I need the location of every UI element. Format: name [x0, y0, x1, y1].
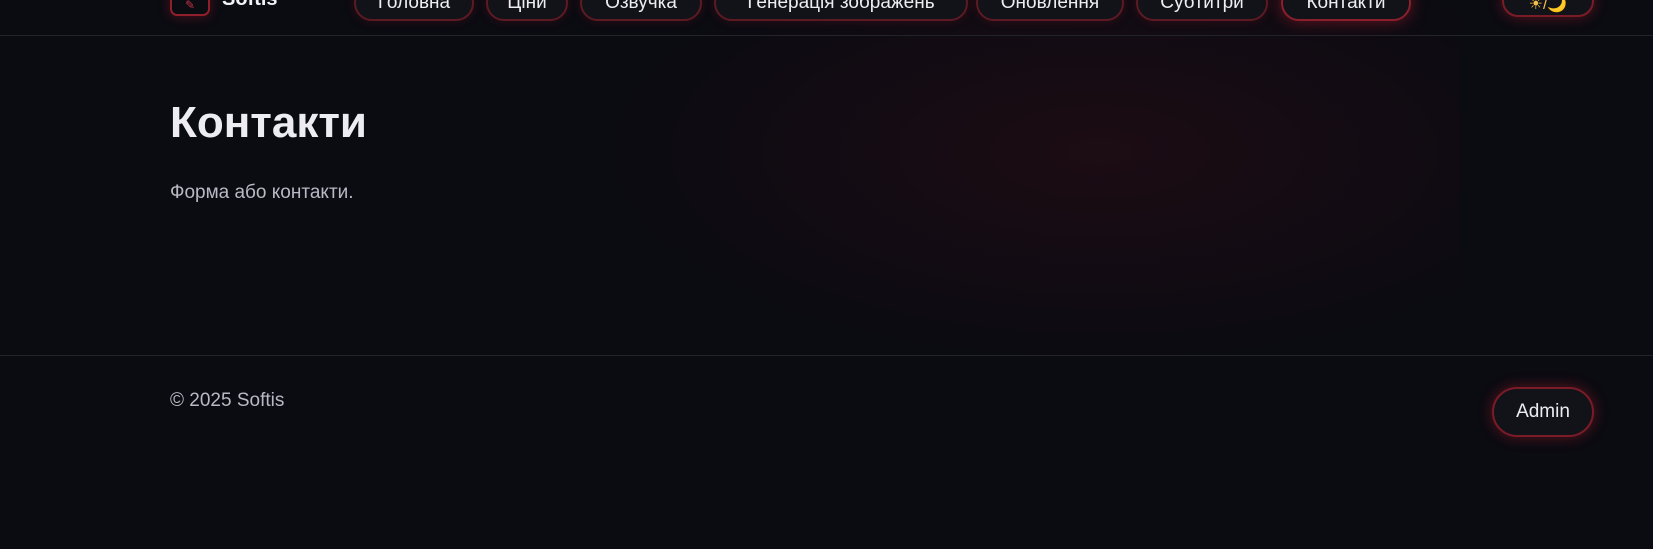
nav-item-prices[interactable]: Ціни [486, 0, 568, 21]
footer-divider [0, 355, 1653, 356]
top-navigation: ✎ Softis Головна Ціни Озвучка Генерація … [0, 0, 1653, 36]
nav-item-label: Субтитри [1160, 0, 1244, 13]
admin-button[interactable]: Admin [1492, 387, 1594, 437]
nav-item-contacts[interactable]: Контакти [1281, 0, 1411, 21]
page-subtitle: Форма або контакти. [170, 182, 354, 203]
copyright-text: © 2025 Softis [170, 390, 285, 411]
background-glow [560, 0, 1460, 380]
brand-name[interactable]: Softis [222, 0, 278, 10]
nav-item-subtitles[interactable]: Субтитри [1136, 0, 1268, 21]
nav-item-label: Ціни [507, 0, 547, 13]
rocket-icon: ✎ [184, 0, 196, 12]
sun-moon-icon: ☀/🌙 [1528, 0, 1568, 13]
nav-item-label: Озвучка [605, 0, 677, 13]
nav-item-label: Контакти [1306, 0, 1386, 13]
nav-item-voiceover[interactable]: Озвучка [580, 0, 702, 21]
nav-item-label: Генерація зображень [747, 0, 935, 13]
nav-item-image-generation[interactable]: Генерація зображень [714, 0, 968, 21]
nav-item-label: Головна [377, 0, 451, 13]
page-title: Контакти [170, 98, 367, 147]
nav-item-home[interactable]: Головна [354, 0, 474, 21]
theme-toggle-button[interactable]: ☀/🌙 [1502, 0, 1594, 17]
nav-item-label: Оновлення [1000, 0, 1100, 13]
nav-item-updates[interactable]: Оновлення [976, 0, 1124, 21]
logo[interactable]: ✎ [170, 0, 210, 16]
